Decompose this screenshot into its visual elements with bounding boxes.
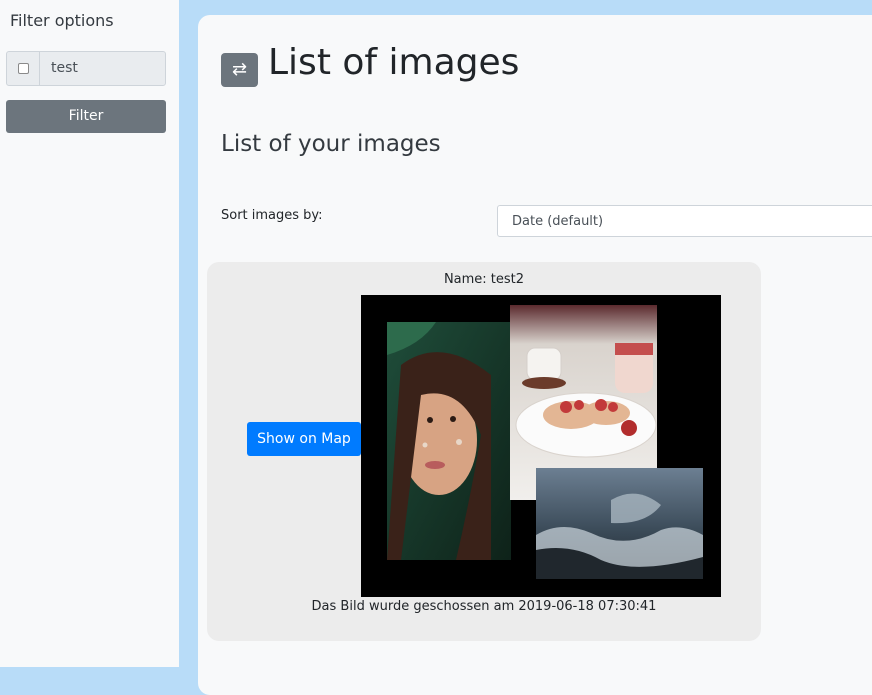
filter-title: Filter options <box>10 11 114 30</box>
filter-button[interactable]: Filter <box>6 100 166 133</box>
sort-select[interactable]: Date (default) <box>497 205 872 237</box>
image-card: Name: test2 Show on Map Das Bild wurde g… <box>207 262 761 641</box>
page-title: List of images <box>268 42 520 83</box>
swap-icon[interactable]: ⇄ <box>221 53 258 87</box>
filter-option-row[interactable]: test <box>6 51 166 86</box>
collage-image <box>361 295 721 597</box>
filter-checkbox[interactable] <box>17 63 29 74</box>
section-subtitle: List of your images <box>221 131 441 157</box>
show-on-map-button[interactable]: Show on Map <box>247 422 361 456</box>
filter-checkbox-cell[interactable] <box>7 52 40 85</box>
filter-option-label: test <box>51 60 78 76</box>
main-panel: ⇄ List of images List of your images Sor… <box>198 15 872 695</box>
image-caption: Das Bild wurde geschossen am 2019-06-18 … <box>311 599 657 614</box>
filter-sidebar: Filter options test Filter <box>0 0 179 667</box>
image-preview <box>361 295 721 597</box>
image-name: Name: test2 <box>443 272 525 287</box>
sort-label: Sort images by: <box>221 208 323 223</box>
